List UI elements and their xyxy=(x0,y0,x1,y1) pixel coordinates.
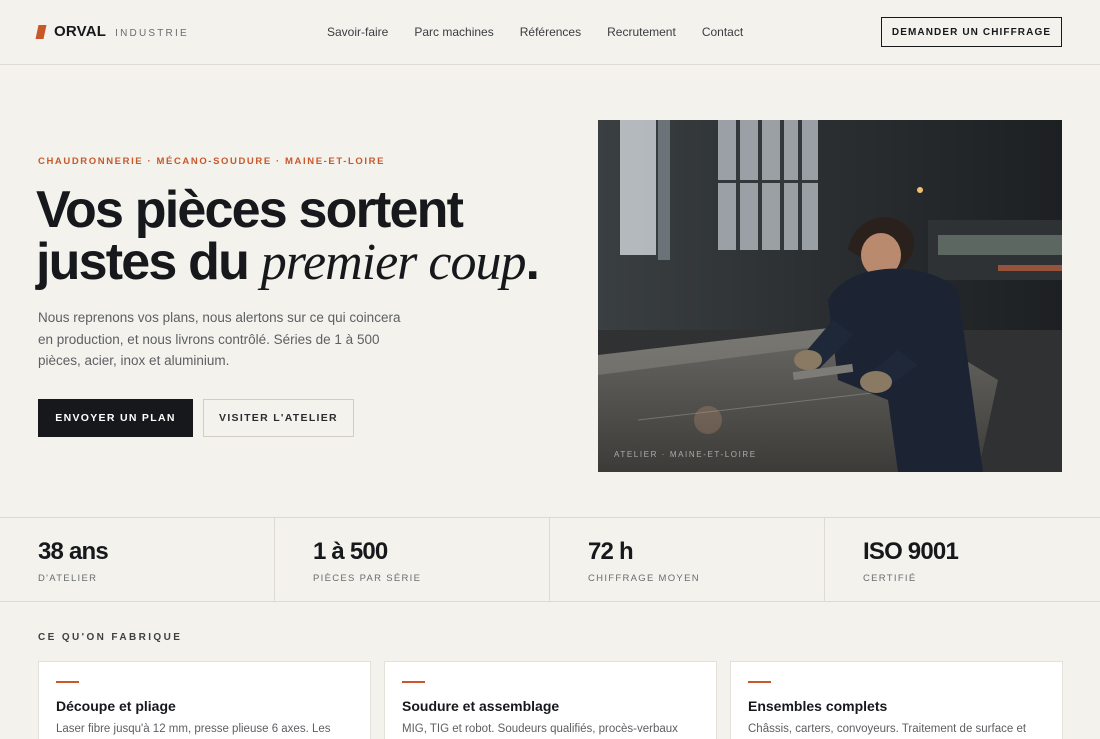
brand-subtitle: INDUSTRIE xyxy=(115,27,189,39)
nav-link-contact[interactable]: Contact xyxy=(702,25,743,39)
stat-value: 38 ans xyxy=(38,538,109,565)
stat-label: PIÈCES PAR SÉRIE xyxy=(313,573,422,584)
hero-title: Vos pièces sortent justes du premier cou… xyxy=(36,181,540,291)
nav-link-parc-machines[interactable]: Parc machines xyxy=(414,25,493,39)
card-accent-rule xyxy=(402,681,425,683)
hero-title-line1: Vos pièces sortent xyxy=(36,181,464,239)
hero-title-period: . xyxy=(525,233,540,291)
hero-lead: Nous reprenons vos plans, nous alertons … xyxy=(38,310,401,368)
main-nav: Savoir-faire Parc machines Références Re… xyxy=(327,25,743,39)
logo-mark-icon xyxy=(35,24,47,39)
card-text: Laser fibre jusqu'à 12 mm, presse plieus… xyxy=(56,723,331,735)
send-plan-button[interactable]: ENVOYER UN PLAN xyxy=(38,399,193,437)
stat-certification: ISO 9001 CERTIFIÉ xyxy=(825,518,1100,601)
card-title: Découpe et pliage xyxy=(56,698,176,714)
stat-label: D'ATELIER xyxy=(38,573,98,584)
stat-value: ISO 9001 xyxy=(863,538,959,565)
stat-label: CHIFFRAGE MOYEN xyxy=(588,573,700,584)
brand-logo[interactable]: ORVAL INDUSTRIE xyxy=(35,23,189,40)
request-quote-button[interactable]: DEMANDER UN CHIFFRAGE xyxy=(881,17,1062,47)
card-accent-rule xyxy=(748,681,771,683)
card-title: Soudure et assemblage xyxy=(402,698,560,714)
card-accent-rule xyxy=(56,681,79,683)
stat-quote-time: 72 h CHIFFRAGE MOYEN xyxy=(550,518,825,601)
nav-link-recrutement[interactable]: Recrutement xyxy=(607,25,676,39)
stat-value: 1 à 500 xyxy=(313,538,388,565)
photo-caption: ATELIER · MAINE-ET-LOIRE xyxy=(614,450,757,459)
hero-title-italic: premier coup xyxy=(260,234,527,291)
card-title: Ensembles complets xyxy=(748,698,888,714)
card-text: Châssis, carters, convoyeurs. Traitement… xyxy=(748,723,1027,735)
hero-title-line2: justes du xyxy=(36,233,261,291)
stats-bar: 38 ans D'ATELIER 1 à 500 PIÈCES PAR SÉRI… xyxy=(0,517,1100,602)
brand-name: ORVAL xyxy=(54,23,107,40)
service-card-assemblies[interactable]: Ensembles complets Châssis, carters, con… xyxy=(730,661,1063,739)
card-text: MIG, TIG et robot. Soudeurs qualifiés, p… xyxy=(402,723,678,735)
service-card-cutting[interactable]: Découpe et pliage Laser fibre jusqu'à 12… xyxy=(38,661,371,739)
stat-label: CERTIFIÉ xyxy=(863,573,917,584)
stat-value: 72 h xyxy=(588,538,634,565)
visit-workshop-button[interactable]: VISITER L'ATELIER xyxy=(203,399,354,437)
workshop-illustration xyxy=(598,120,1062,472)
service-card-welding[interactable]: Soudure et assemblage MIG, TIG et robot.… xyxy=(384,661,717,739)
hero-eyebrow: CHAUDRONNERIE · MÉCANO-SOUDURE · MAINE-E… xyxy=(38,156,386,167)
stat-series: 1 à 500 PIÈCES PAR SÉRIE xyxy=(275,518,550,601)
hero-workshop-photo: ATELIER · MAINE-ET-LOIRE xyxy=(598,120,1062,472)
services-cards: Découpe et pliage Laser fibre jusqu'à 12… xyxy=(38,661,1063,739)
nav-link-savoir-faire[interactable]: Savoir-faire xyxy=(327,25,388,39)
services-section-title: CE QU'ON FABRIQUE xyxy=(38,632,183,643)
stat-years: 38 ans D'ATELIER xyxy=(0,518,275,601)
nav-link-references[interactable]: Références xyxy=(520,25,581,39)
site-header: ORVAL INDUSTRIE Savoir-faire Parc machin… xyxy=(0,0,1100,65)
